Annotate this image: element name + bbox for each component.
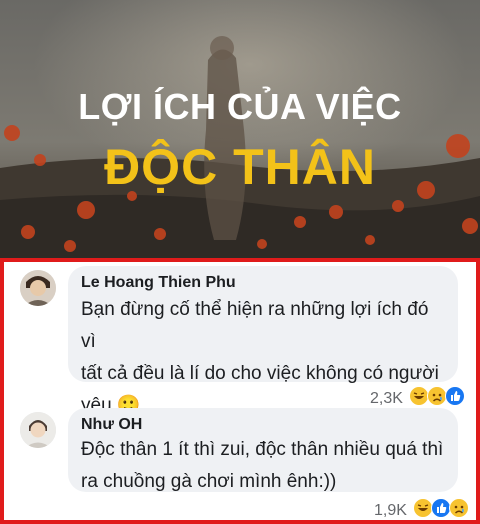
comment-bubble: Le Hoang Thien Phu Bạn đừng cố thể hiện …	[68, 266, 458, 416]
comment-author[interactable]: Le Hoang Thien Phu	[81, 274, 445, 292]
avatar[interactable]	[20, 270, 56, 306]
comment-line: ra chuồng gà chơi mình ênh:))	[81, 471, 337, 492]
avatar-image	[20, 270, 56, 306]
like-icon	[430, 498, 451, 523]
comment-author[interactable]: Như OH	[81, 416, 445, 434]
facebook-post-screenshot: LỢI ÍCH CỦA VIỆC ĐỘC THÂN Le Hoang Thien…	[0, 0, 480, 524]
reaction-count: 2,3K	[370, 389, 403, 407]
sad-icon	[448, 498, 469, 523]
comments-highlight-frame: Le Hoang Thien Phu Bạn đừng cố thể hiện …	[0, 258, 480, 524]
haha-icon	[412, 498, 433, 523]
comment-text: Độc thân 1 ít thì zui, độc thân nhiều qu…	[81, 434, 445, 498]
banner-title-line2: ĐỘC THÂN	[104, 139, 376, 195]
banner-title-line1: LỢI ÍCH CỦA VIỆC	[78, 86, 402, 127]
banner-background	[0, 0, 480, 258]
like-icon	[444, 386, 465, 411]
comment-line: Bạn đừng cố thể hiện ra những lợi ích đó…	[81, 299, 429, 352]
avatar-image	[20, 412, 56, 448]
avatar[interactable]	[20, 412, 56, 448]
post-image[interactable]: LỢI ÍCH CỦA VIỆC ĐỘC THÂN	[0, 0, 480, 258]
reaction-summary[interactable]: 1,9K	[374, 498, 469, 523]
comment-bubble: Như OH Độc thân 1 ít thì zui, độc thân n…	[68, 408, 458, 492]
comment-line: Độc thân 1 ít thì zui, độc thân nhiều qu…	[81, 439, 444, 460]
reaction-count: 1,9K	[374, 501, 407, 519]
